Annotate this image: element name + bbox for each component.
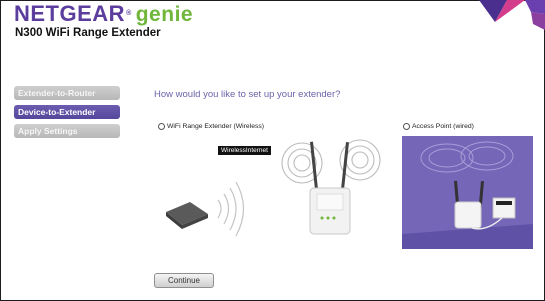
nav-apply-settings[interactable]: Apply Settings [14,124,120,138]
setup-steps-nav: Extender-to-Router Device-to-Extender Ap… [14,86,120,143]
nav-extender-to-router[interactable]: Extender-to-Router [14,86,120,100]
option-access-point[interactable]: Access Point (wired) [403,123,474,130]
access-point-radio[interactable] [403,123,410,130]
ap-waves-icon [420,141,514,173]
netgear-genie-logo: NETGEAR® genie [14,1,193,28]
router-icon [166,202,208,229]
brand-suffix: genie [135,3,194,26]
brand-name: NETGEAR [14,1,126,26]
access-point-illustration [402,141,533,249]
option-wireless[interactable]: WiFi Range Extender (Wireless) [158,123,264,130]
setup-question: How would you like to set up your extend… [154,89,341,100]
wireless-extender-illustration [166,139,381,237]
product-title: N300 WiFi Range Extender [15,27,161,39]
wireless-radio[interactable] [158,123,165,130]
corner-decoration-icon [479,0,545,30]
router-waves-icon [217,181,245,237]
access-point-panel [402,136,533,249]
ap-extender-icon [454,180,484,229]
option-access-point-label: Access Point (wired) [412,123,474,130]
range-extender-icon [309,141,351,235]
trademark-symbol: ® [126,10,132,17]
extender-waves-icon [281,139,381,184]
option-wireless-label: WiFi Range Extender (Wireless) [167,123,265,130]
nav-device-to-extender[interactable]: Device-to-Extender [14,105,120,119]
continue-button[interactable]: Continue [154,273,214,288]
